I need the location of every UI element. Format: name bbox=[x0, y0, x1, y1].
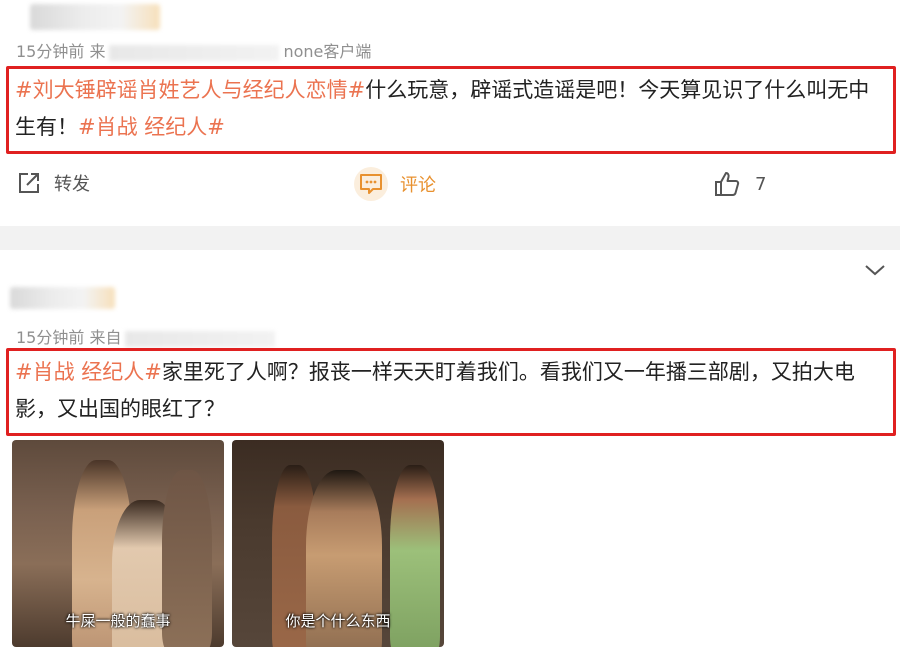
post-meta: 15分钟前 来 none客户端 bbox=[16, 38, 371, 62]
source-blurred bbox=[109, 44, 280, 61]
share-icon bbox=[19, 173, 39, 193]
hashtag-link[interactable]: #肖战 经纪人# bbox=[78, 115, 225, 139]
post-content: #肖战 经纪人#家里死了人啊？报丧一样天天盯着我们。看我们又一年播三部剧，又拍大… bbox=[15, 354, 887, 428]
post-content: #刘大锤辟谣肖姓艺人与经纪人恋情#什么玩意，辟谣式造谣是吧！今天算见识了什么叫无… bbox=[15, 72, 887, 146]
highlighted-content: #刘大锤辟谣肖姓艺人与经纪人恋情#什么玩意，辟谣式造谣是吧！今天算见识了什么叫无… bbox=[6, 66, 896, 154]
weibo-post-1: 15分钟前 来 none客户端 #刘大锤辟谣肖姓艺人与经纪人恋情#什么玩意，辟谣式… bbox=[0, 0, 900, 226]
post-image-2[interactable]: 你是个什么东西 bbox=[232, 440, 444, 647]
post-time: 15分钟前 bbox=[16, 42, 85, 61]
source-blurred bbox=[125, 330, 276, 347]
repost-button[interactable]: 转发 bbox=[16, 170, 90, 196]
post-source-prefix: 来自 bbox=[89, 328, 122, 347]
comment-button[interactable]: 评论 bbox=[354, 167, 436, 201]
author-name-blurred bbox=[10, 287, 115, 309]
hashtag-link[interactable]: #刘大锤辟谣肖姓艺人与经纪人恋情# bbox=[15, 78, 365, 102]
thumbs-up-icon bbox=[715, 172, 740, 196]
image-caption: 你是个什么东西 bbox=[285, 612, 391, 630]
post-menu-button[interactable] bbox=[864, 262, 886, 281]
post-meta: 15分钟前 来自 bbox=[16, 324, 279, 348]
post-time: 15分钟前 bbox=[16, 328, 85, 347]
chevron-down-icon bbox=[865, 265, 885, 276]
comment-icon bbox=[360, 174, 382, 194]
hashtag-link[interactable]: #肖战 经纪人# bbox=[15, 360, 162, 384]
weibo-post-2: 15分钟前 来自 #肖战 经纪人#家里死了人啊？报丧一样天天盯着我们。看我们又一… bbox=[0, 250, 900, 647]
like-count: 7 bbox=[755, 173, 767, 195]
post-source-prefix: 来 bbox=[89, 42, 106, 61]
repost-label: 转发 bbox=[54, 174, 90, 195]
post-actions: 转发 评论 7 bbox=[0, 162, 900, 212]
post-image-1[interactable]: 牛屎一般的蠢事 bbox=[12, 440, 224, 647]
post-source-suffix: none客户端 bbox=[283, 42, 372, 61]
feed-divider bbox=[0, 226, 900, 250]
like-button[interactable]: 7 bbox=[713, 170, 766, 198]
comment-label: 评论 bbox=[400, 175, 436, 196]
author-name-blurred bbox=[30, 4, 160, 30]
highlighted-content: #肖战 经纪人#家里死了人啊？报丧一样天天盯着我们。看我们又一年播三部剧，又拍大… bbox=[6, 348, 896, 436]
image-caption: 牛屎一般的蠢事 bbox=[65, 612, 171, 630]
